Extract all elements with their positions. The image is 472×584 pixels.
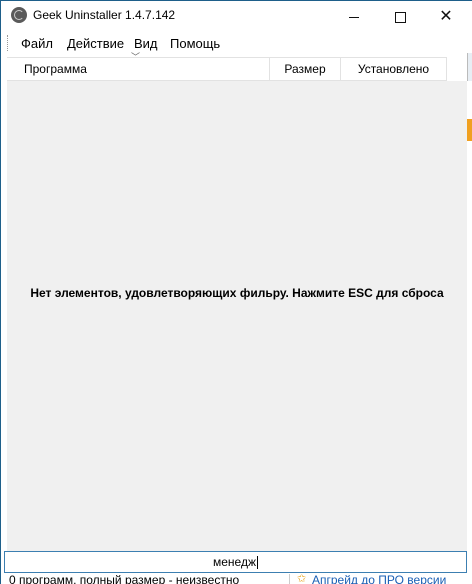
- app-window: Geek Uninstaller 1.4.7.142 ✕ Файл Действ…: [0, 0, 472, 584]
- minimize-icon: [349, 16, 359, 18]
- table-header: ﹀ Программа Размер Установлено: [7, 52, 447, 81]
- menu-view[interactable]: Вид: [134, 36, 158, 51]
- title-bar[interactable]: Geek Uninstaller 1.4.7.142 ✕: [1, 1, 472, 31]
- window-title: Geek Uninstaller 1.4.7.142: [33, 8, 176, 22]
- column-header-size[interactable]: Размер: [269, 58, 340, 80]
- close-button[interactable]: ✕: [423, 1, 469, 31]
- status-summary: 0 программ, полный размер - неизвестно: [9, 573, 240, 584]
- star-icon: ✩: [297, 573, 307, 584]
- app-icon: [11, 7, 27, 23]
- menu-grip: [7, 35, 10, 51]
- maximize-button[interactable]: [377, 1, 423, 31]
- status-bar: 0 программ, полный размер - неизвестно ✩…: [1, 573, 472, 584]
- column-header-installed[interactable]: Установлено: [340, 58, 447, 80]
- column-header-program[interactable]: Программа: [7, 58, 269, 80]
- program-list[interactable]: Нет элементов, удовлетворяющих фильру. Н…: [7, 81, 467, 551]
- minimize-button[interactable]: [331, 1, 377, 31]
- empty-list-message: Нет элементов, удовлетворяющих фильру. Н…: [30, 286, 444, 300]
- close-icon: ✕: [439, 6, 453, 25]
- background-window-edge: [467, 53, 472, 81]
- background-window-edge: [467, 119, 472, 141]
- menu-action[interactable]: Действие: [67, 36, 124, 51]
- search-filter-value: менедж: [213, 555, 256, 569]
- menu-bar: Файл Действие Вид Помощь: [1, 31, 467, 55]
- status-divider: [289, 574, 290, 584]
- upgrade-pro-link[interactable]: Апгрейд до ПРО версии: [312, 573, 446, 584]
- menu-help[interactable]: Помощь: [170, 36, 220, 51]
- search-filter-input[interactable]: менедж: [4, 551, 467, 573]
- menu-file[interactable]: Файл: [21, 36, 53, 51]
- text-caret: [257, 556, 258, 570]
- maximize-icon: [394, 11, 406, 23]
